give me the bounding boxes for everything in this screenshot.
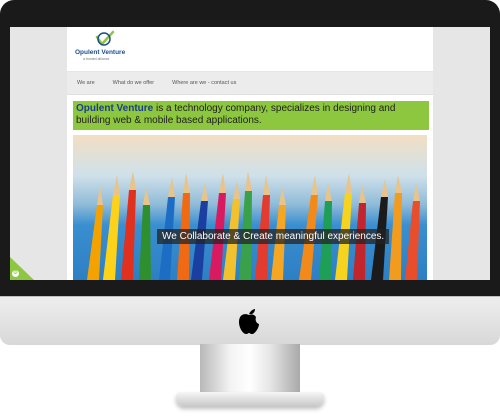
logo-tagline: a trusted alliance [83, 57, 110, 61]
logo-name: Opulent Venture [75, 49, 126, 56]
hero-caption: We Collaborate & Create meaningful exper… [157, 229, 390, 244]
main-nav: We are What do we offer Where are we - c… [67, 72, 433, 95]
apple-logo-icon [239, 309, 259, 334]
site-header: Opulent Venture a trusted alliance [67, 27, 433, 72]
imac-monitor: Opulent Venture a trusted alliance We ar… [0, 0, 500, 300]
intro-brand: Opulent Venture [76, 103, 154, 114]
browser-screen: Opulent Venture a trusted alliance We ar… [10, 27, 490, 280]
nav-item-we-are[interactable]: We are [77, 80, 95, 86]
monitor-stand-neck [200, 344, 300, 394]
colored-pencils-image [87, 171, 420, 280]
website-page: Opulent Venture a trusted alliance We ar… [67, 27, 433, 280]
site-logo[interactable]: Opulent Venture a trusted alliance [73, 30, 143, 66]
nav-item-what-we-offer[interactable]: What do we offer [113, 80, 154, 86]
nav-item-contact[interactable]: Where are we - contact us [172, 80, 236, 86]
logo-swoosh-icon [95, 30, 115, 46]
settings-icon[interactable]: ⚙ [12, 270, 19, 277]
monitor-stand-base [176, 392, 324, 406]
intro-banner: Opulent Venture is a technology company,… [73, 101, 429, 130]
hero-image: We Collaborate & Create meaningful exper… [73, 135, 427, 280]
